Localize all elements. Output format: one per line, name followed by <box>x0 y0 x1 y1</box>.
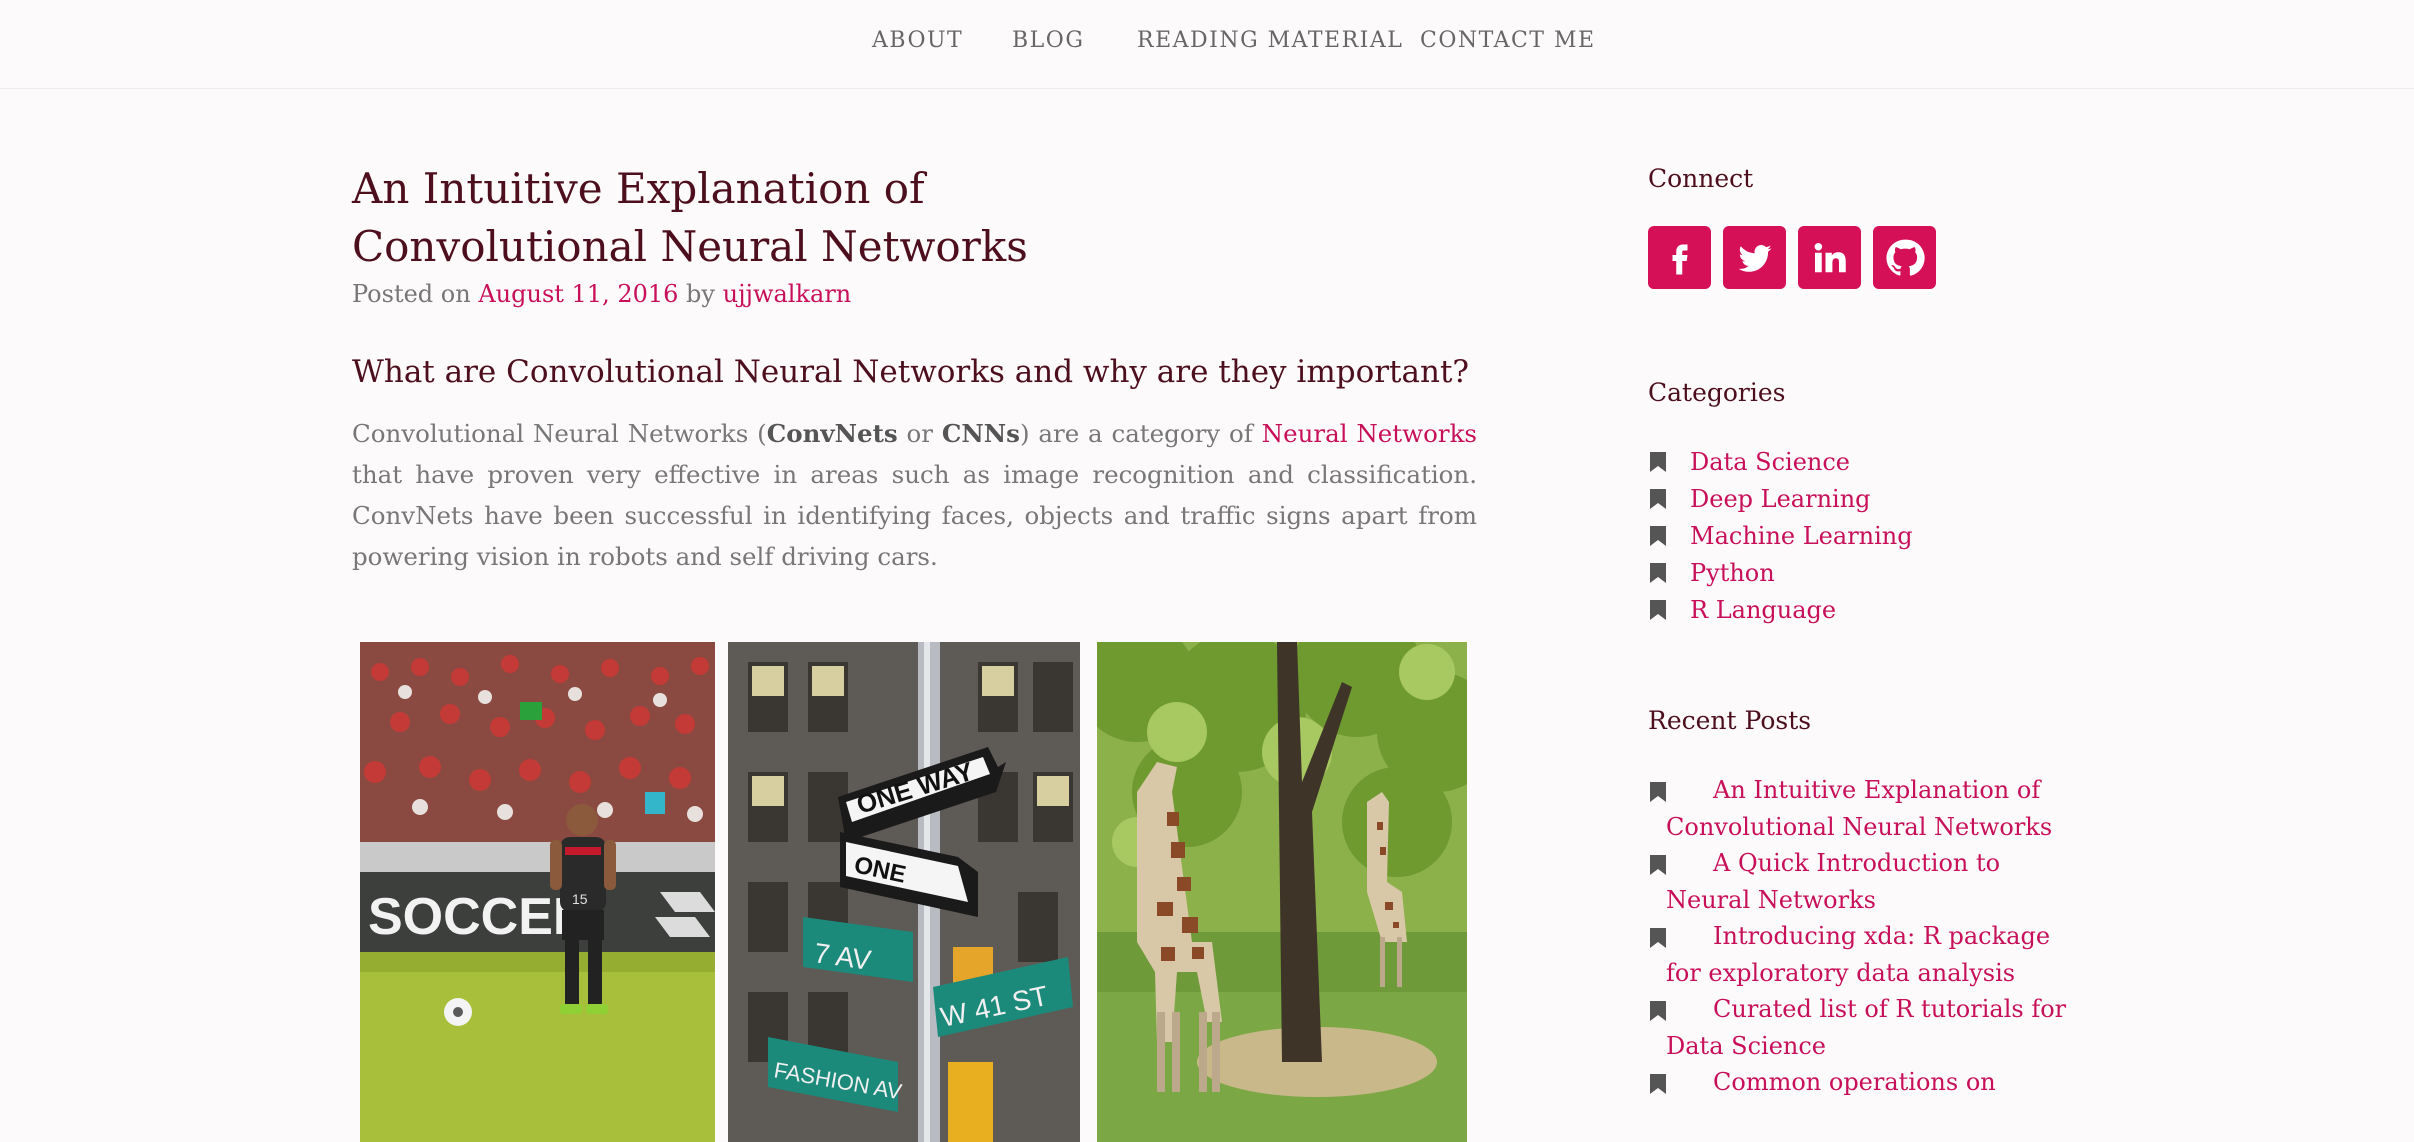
post-title: An Intuitive Explanation of Convolutiona… <box>352 164 1028 271</box>
intro-text-1: Convolutional Neural Networks ( <box>352 419 767 448</box>
connect-title: Connect <box>1648 164 1754 193</box>
neural-networks-link[interactable]: Neural Networks <box>1262 419 1477 448</box>
nav-item-contact-me[interactable]: CONTACT ME <box>1420 28 1596 53</box>
intro-bold-cnns: CNNs <box>941 419 1020 448</box>
intro-text-4: that have proven very effective in areas… <box>352 460 1477 571</box>
category-link-r-language[interactable]: R Language <box>1690 596 1836 624</box>
author-link[interactable]: ujjwalkarn <box>723 280 852 308</box>
intro-paragraph: Convolutional Neural Networks (ConvNets … <box>352 413 1477 577</box>
bookmark-icon <box>1650 526 1666 546</box>
nav-menu: ABOUT BLOG READING MATERIAL CONTACT ME <box>0 0 2414 88</box>
bookmark-icon <box>1650 489 1666 509</box>
category-link-python[interactable]: Python <box>1690 559 1775 587</box>
meta-prefix: Posted on <box>352 280 471 308</box>
nav-item-reading-material[interactable]: READING MATERIAL <box>1137 28 1403 53</box>
recent-post-item: Common operations on <box>1648 1064 2068 1101</box>
soccer-photo: SOCCER 15 <box>360 642 715 1142</box>
bookmark-icon <box>1650 563 1666 583</box>
meta-by: by <box>686 280 715 308</box>
soccer-sign-text: SOCCER <box>368 888 590 946</box>
example-images: SOCCER 15 ONE WAY ONE 7 AV W 41 ST FASHI… <box>352 642 1477 1142</box>
category-link-deep-learning[interactable]: Deep Learning <box>1690 485 1871 513</box>
jersey-number: 15 <box>572 891 588 907</box>
category-link-data-science[interactable]: Data Science <box>1690 448 1850 476</box>
bookmark-icon <box>1650 928 1666 948</box>
nav-item-about[interactable]: ABOUT <box>872 28 963 53</box>
recent-post-link[interactable]: Introducing xda: R package for explorato… <box>1648 918 2068 992</box>
post-content: An Intuitive Explanation of Convolutiona… <box>352 160 1477 1142</box>
facebook-icon <box>1672 244 1687 274</box>
category-link-machine-learning[interactable]: Machine Learning <box>1690 522 1913 550</box>
bookmark-icon <box>1650 855 1666 875</box>
facebook-button[interactable] <box>1648 226 1711 289</box>
section-heading: What are Convolutional Neural Networks a… <box>352 354 1470 390</box>
bookmark-icon <box>1650 600 1666 620</box>
recent-post-link[interactable]: An Intuitive Explanation of Convolutiona… <box>1648 772 2068 846</box>
bookmark-icon <box>1650 452 1666 472</box>
bookmark-icon <box>1650 782 1666 802</box>
recent-post-link[interactable]: Common operations on <box>1648 1064 2068 1101</box>
recent-post-link[interactable]: A Quick Introduction to Neural Networks <box>1648 845 2068 919</box>
bookmark-icon <box>1650 1074 1666 1094</box>
twitter-button[interactable] <box>1723 226 1786 289</box>
giraffes-photo <box>1097 642 1467 1142</box>
nav-item-blog[interactable]: BLOG <box>1012 28 1084 53</box>
recent-posts-title: Recent Posts <box>1648 706 1812 735</box>
linkedin-button[interactable] <box>1798 226 1861 289</box>
intro-text-2: or <box>897 419 942 448</box>
top-navigation: ABOUT BLOG READING MATERIAL CONTACT ME <box>0 0 2414 89</box>
post-meta: Posted on August 11, 2016 by ujjwalkarn <box>352 276 1477 312</box>
recent-post-item: Introducing xda: R package for explorato… <box>1648 918 2068 992</box>
recent-post-item: Curated list of R tutorials for Data Sci… <box>1648 991 2068 1065</box>
street-signs-photo: ONE WAY ONE 7 AV W 41 ST FASHION AV <box>728 642 1080 1142</box>
recent-post-item: A Quick Introduction to Neural Networks <box>1648 845 2068 919</box>
post-date-link[interactable]: August 11, 2016 <box>478 280 678 308</box>
github-icon <box>1885 239 1925 276</box>
intro-text-3: ) are a category of <box>1019 419 1262 448</box>
bookmark-icon <box>1650 1001 1666 1021</box>
recent-post-link[interactable]: Curated list of R tutorials for Data Sci… <box>1648 991 2068 1065</box>
categories-title: Categories <box>1648 378 1786 407</box>
recent-post-item: An Intuitive Explanation of Convolutiona… <box>1648 772 2068 846</box>
twitter-icon <box>1738 244 1771 272</box>
github-button[interactable] <box>1873 226 1936 289</box>
intro-bold-convnets: ConvNets <box>766 419 898 448</box>
linkedin-icon <box>1814 242 1846 272</box>
